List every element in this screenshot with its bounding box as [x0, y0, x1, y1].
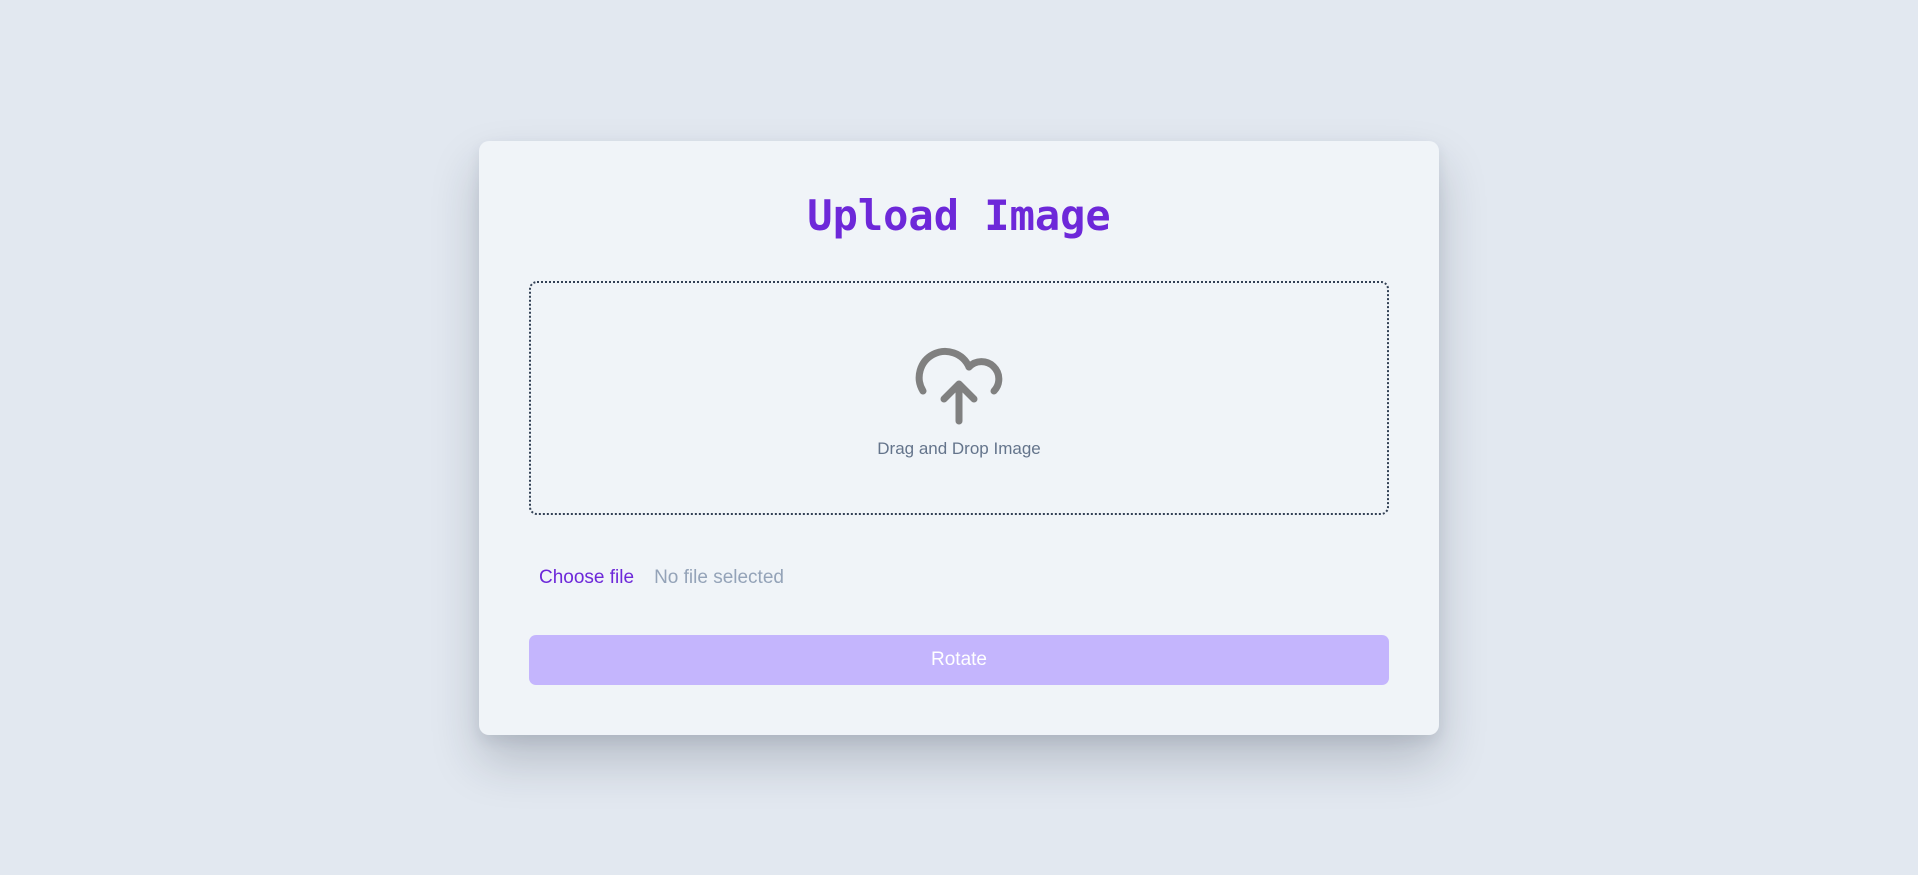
file-input: Choose file No file selected [539, 565, 784, 591]
choose-file-button[interactable]: Choose file [539, 567, 634, 589]
cloud-upload-icon [915, 348, 1003, 425]
page-title: Upload Image [807, 191, 1111, 240]
drop-zone-hint: Drag and Drop Image [877, 439, 1041, 458]
upload-card: Upload Image Drag and Drop Image Choose … [479, 141, 1439, 735]
drop-zone[interactable]: Drag and Drop Image [529, 281, 1389, 515]
rotate-button[interactable]: Rotate [529, 635, 1389, 685]
file-status-text: No file selected [654, 567, 784, 588]
